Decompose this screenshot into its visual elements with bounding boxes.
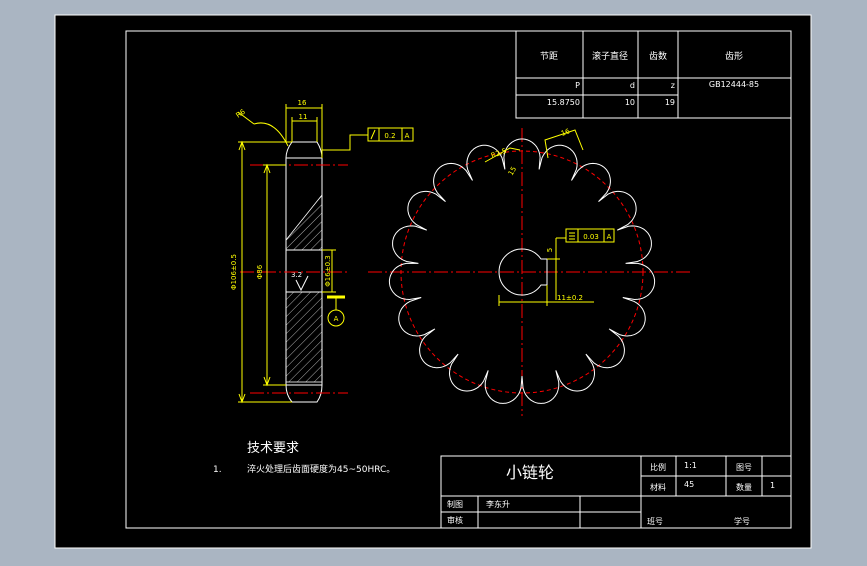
dim-outer-dia: Φ106±0.5: [230, 254, 238, 290]
scale-value: 1:1: [684, 461, 697, 470]
cad-drawing: 节距 滚子直径 齿数 齿形 P d z GB12444-85 15.8750 1…: [54, 14, 812, 549]
param-value-roller: 10: [625, 98, 635, 107]
dim-bore-dia: Φ16±0.3: [324, 255, 332, 286]
param-symbol-d: d: [630, 81, 635, 90]
dim-inner-width: 11: [299, 113, 308, 121]
dim-hub-dia: Φ86: [256, 264, 264, 279]
dim-key-depth: 11±0.2: [557, 294, 583, 302]
param-standard: GB12444-85: [709, 80, 759, 89]
tech-item-no: 1.: [213, 465, 222, 475]
param-header-profile: 齿形: [725, 50, 743, 62]
qty-label: 数量: [736, 482, 752, 492]
param-header-pitch: 节距: [540, 51, 558, 62]
drawing-viewport: 节距 滚子直径 齿数 齿形 P d z GB12444-85 15.8750 1…: [0, 0, 867, 562]
material-value: 45: [684, 480, 694, 489]
runout-datum: A: [405, 132, 410, 140]
drawn-label: 制图: [447, 499, 463, 509]
runout-value: 0.2: [384, 132, 395, 140]
dim-top-width: 16: [298, 99, 307, 107]
tech-heading: 技术要求: [247, 441, 299, 456]
hatch-lower: [285, 291, 323, 383]
param-header-teeth: 齿数: [649, 50, 667, 62]
drawing-no-label: 图号: [736, 463, 752, 472]
student-label: 学号: [734, 516, 750, 526]
param-symbol-p: P: [575, 81, 580, 90]
tech-item-text: 淬火处理后齿面硬度为45~50HRC。: [247, 463, 395, 475]
checked-label: 审核: [447, 515, 463, 525]
datum-label: A: [334, 315, 339, 323]
flatness-datum: A: [607, 233, 612, 241]
qty-value: 1: [770, 481, 775, 490]
scale-label: 比例: [650, 462, 666, 472]
part-name: 小链轮: [506, 463, 554, 482]
param-symbol-z: z: [671, 81, 675, 90]
dim-key-width: 5: [546, 248, 554, 252]
material-label: 材料: [650, 482, 666, 492]
flatness-value: 0.03: [583, 233, 599, 241]
param-value-pitch: 15.8750: [547, 98, 580, 107]
param-header-roller: 滚子直径: [592, 50, 628, 62]
class-label: 班号: [647, 516, 663, 526]
model-space: [54, 14, 812, 549]
drawn-by: 李东升: [486, 499, 510, 509]
param-value-teeth: 19: [665, 98, 675, 107]
